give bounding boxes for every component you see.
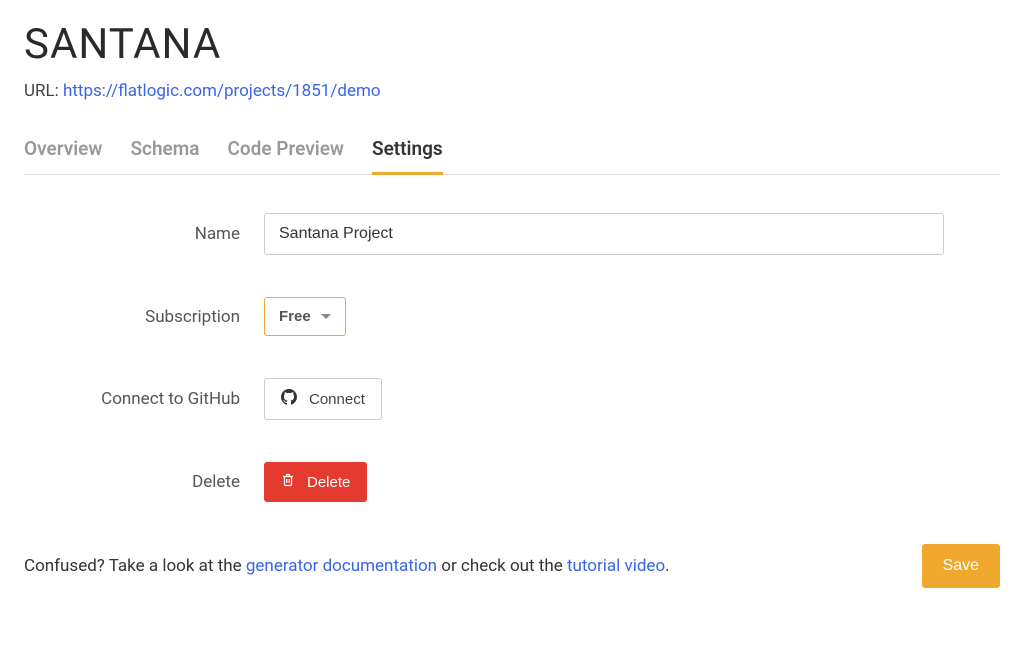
delete-button-label: Delete [307,474,350,491]
label-subscription: Subscription [24,307,264,327]
save-button[interactable]: Save [922,544,1000,588]
label-github: Connect to GitHub [24,389,264,409]
project-url-link[interactable]: https://flatlogic.com/projects/1851/demo [63,81,381,101]
chevron-down-icon [321,314,331,319]
help-prefix: Confused? Take a look at the [24,556,246,576]
name-input[interactable] [264,213,944,255]
help-text: Confused? Take a look at the generator d… [24,556,670,576]
tab-schema[interactable]: Schema [130,137,199,175]
row-github: Connect to GitHub Connect [24,378,1000,420]
connect-github-button[interactable]: Connect [264,378,382,420]
connect-button-label: Connect [309,391,365,408]
label-delete: Delete [24,472,264,492]
page-title: SANTANA [24,20,1000,69]
url-line: URL: https://flatlogic.com/projects/1851… [24,81,1000,101]
help-middle: or check out the [437,556,567,576]
label-name: Name [24,224,264,244]
tab-code-preview[interactable]: Code Preview [227,137,343,175]
documentation-link[interactable]: generator documentation [246,556,437,576]
subscription-selected-value: Free [279,308,311,325]
tutorial-video-link[interactable]: tutorial video [567,556,665,576]
footer: Confused? Take a look at the generator d… [24,544,1000,588]
github-icon [281,389,297,409]
row-name: Name [24,213,1000,255]
trash-icon [281,473,295,491]
row-subscription: Subscription Free [24,297,1000,336]
help-suffix: . [665,556,669,576]
tab-settings[interactable]: Settings [372,137,443,175]
row-delete: Delete Delete [24,462,1000,502]
url-label: URL: [24,81,63,101]
tabs: Overview Schema Code Preview Settings [24,137,1000,175]
delete-button[interactable]: Delete [264,462,367,502]
tab-overview[interactable]: Overview [24,137,102,175]
subscription-select[interactable]: Free [264,297,346,336]
